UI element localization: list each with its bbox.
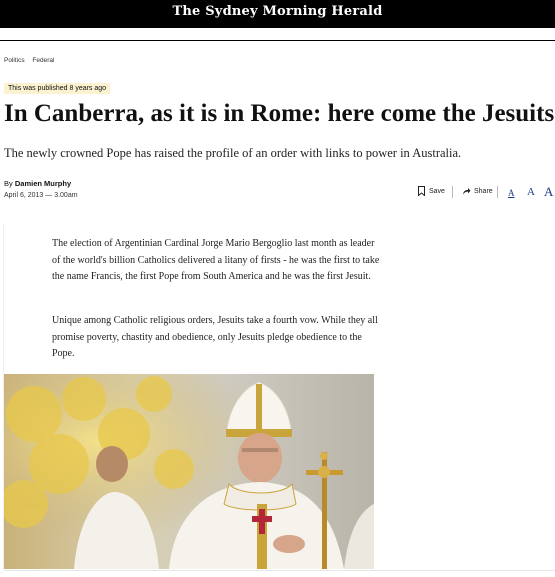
breadcrumb-politics[interactable]: Politics [4,57,25,64]
share-label: Share [474,187,493,195]
bottom-divider [4,570,555,571]
action-divider [497,186,498,198]
article-dek: The newly crowned Pope has raised the pr… [4,146,462,160]
author-link[interactable]: Damien Murphy [15,179,71,188]
masthead-logo[interactable]: The Sydney Morning Herald [0,4,555,19]
text-size-medium[interactable]: A [527,186,535,198]
text-size-small[interactable]: A [508,188,515,198]
text-size-large[interactable]: A [544,184,553,200]
bookmark-icon [417,186,426,197]
article-paragraph: Unique among Catholic religious orders, … [52,315,378,359]
page-title: In Canberra, as it is in Rome: here come… [4,100,555,127]
save-button[interactable]: Save [417,186,445,197]
byline-prefix: By [4,179,13,188]
header-rule [0,40,555,41]
save-label: Save [429,187,445,195]
share-button[interactable]: Share [462,186,493,196]
action-divider [452,186,453,198]
publish-date: April 6, 2013 — 3.00am [4,192,78,199]
article-paragraph: The election of Argentinian Cardinal Jor… [52,238,380,282]
published-badge: This was published 8 years ago [4,83,111,94]
share-arrow-icon [462,186,471,196]
byline: By Damien Murphy [4,179,71,188]
article-photo [4,374,374,569]
breadcrumb-federal[interactable]: Federal [32,57,54,64]
breadcrumb: Politics Federal [4,57,60,64]
